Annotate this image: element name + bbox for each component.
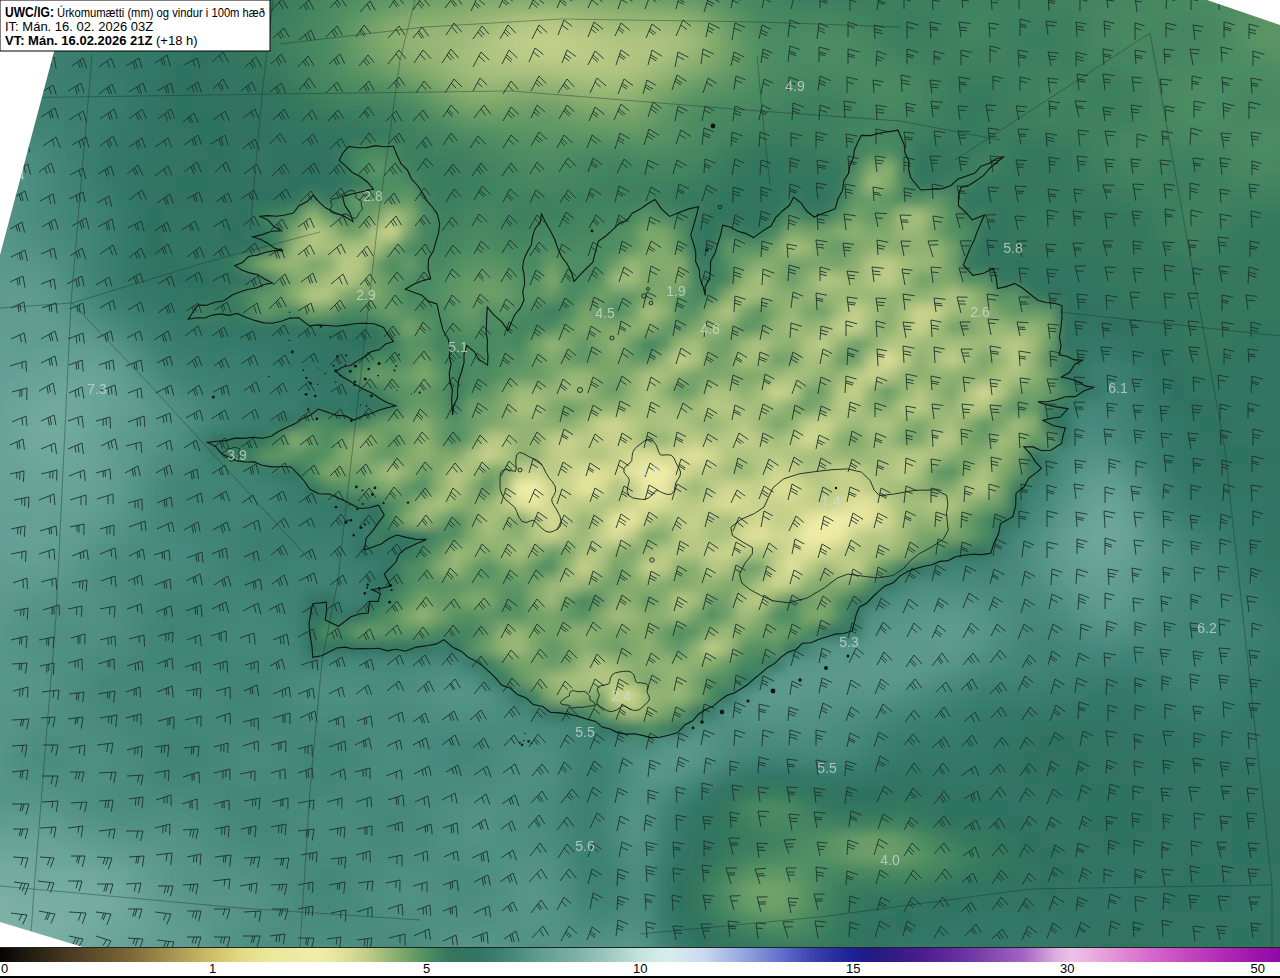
svg-text:15: 15 — [846, 961, 860, 976]
svg-text:2.4: 2.4 — [611, 688, 631, 704]
svg-text:30: 30 — [1060, 961, 1074, 976]
svg-text:UWC/IG: Úrkomumætti (mm) og vi: UWC/IG: Úrkomumætti (mm) og vindur i 100… — [5, 4, 265, 20]
svg-text:5.6: 5.6 — [575, 838, 595, 854]
svg-text:1: 1 — [209, 961, 216, 976]
svg-text:6.2: 6.2 — [1197, 620, 1217, 636]
svg-text:2.6: 2.6 — [970, 304, 990, 320]
svg-text:5.5: 5.5 — [575, 724, 595, 740]
svg-text:5.1: 5.1 — [448, 339, 468, 355]
svg-text:4.0: 4.0 — [880, 852, 900, 868]
svg-text:2.8: 2.8 — [363, 188, 383, 204]
svg-text:5.3: 5.3 — [839, 634, 859, 650]
svg-text:5.8: 5.8 — [1003, 240, 1023, 256]
svg-text:4.5: 4.5 — [595, 305, 615, 321]
svg-text:10: 10 — [633, 961, 647, 976]
svg-text:6.1: 6.1 — [1108, 380, 1128, 396]
svg-text:7.3: 7.3 — [87, 381, 107, 397]
svg-text:3.9: 3.9 — [227, 447, 247, 463]
svg-text:VT: Mán. 16.02.2026 21Z (+18 h: VT: Mán. 16.02.2026 21Z (+18 h) — [5, 33, 198, 48]
svg-text:4.6: 4.6 — [700, 321, 720, 337]
svg-text:1.4: 1.4 — [821, 493, 841, 509]
svg-text:1.9: 1.9 — [666, 283, 686, 299]
svg-text:5.5: 5.5 — [817, 760, 837, 776]
svg-text:4.9: 4.9 — [785, 78, 805, 94]
svg-text:IT: Mán. 16. 02. 2026 03Z: IT: Mán. 16. 02. 2026 03Z — [5, 19, 153, 34]
svg-text:2.9: 2.9 — [356, 287, 376, 303]
svg-text:50: 50 — [1251, 961, 1265, 976]
svg-text:5: 5 — [423, 961, 430, 976]
svg-text:1.6: 1.6 — [640, 462, 660, 478]
svg-text:0: 0 — [1, 961, 8, 976]
